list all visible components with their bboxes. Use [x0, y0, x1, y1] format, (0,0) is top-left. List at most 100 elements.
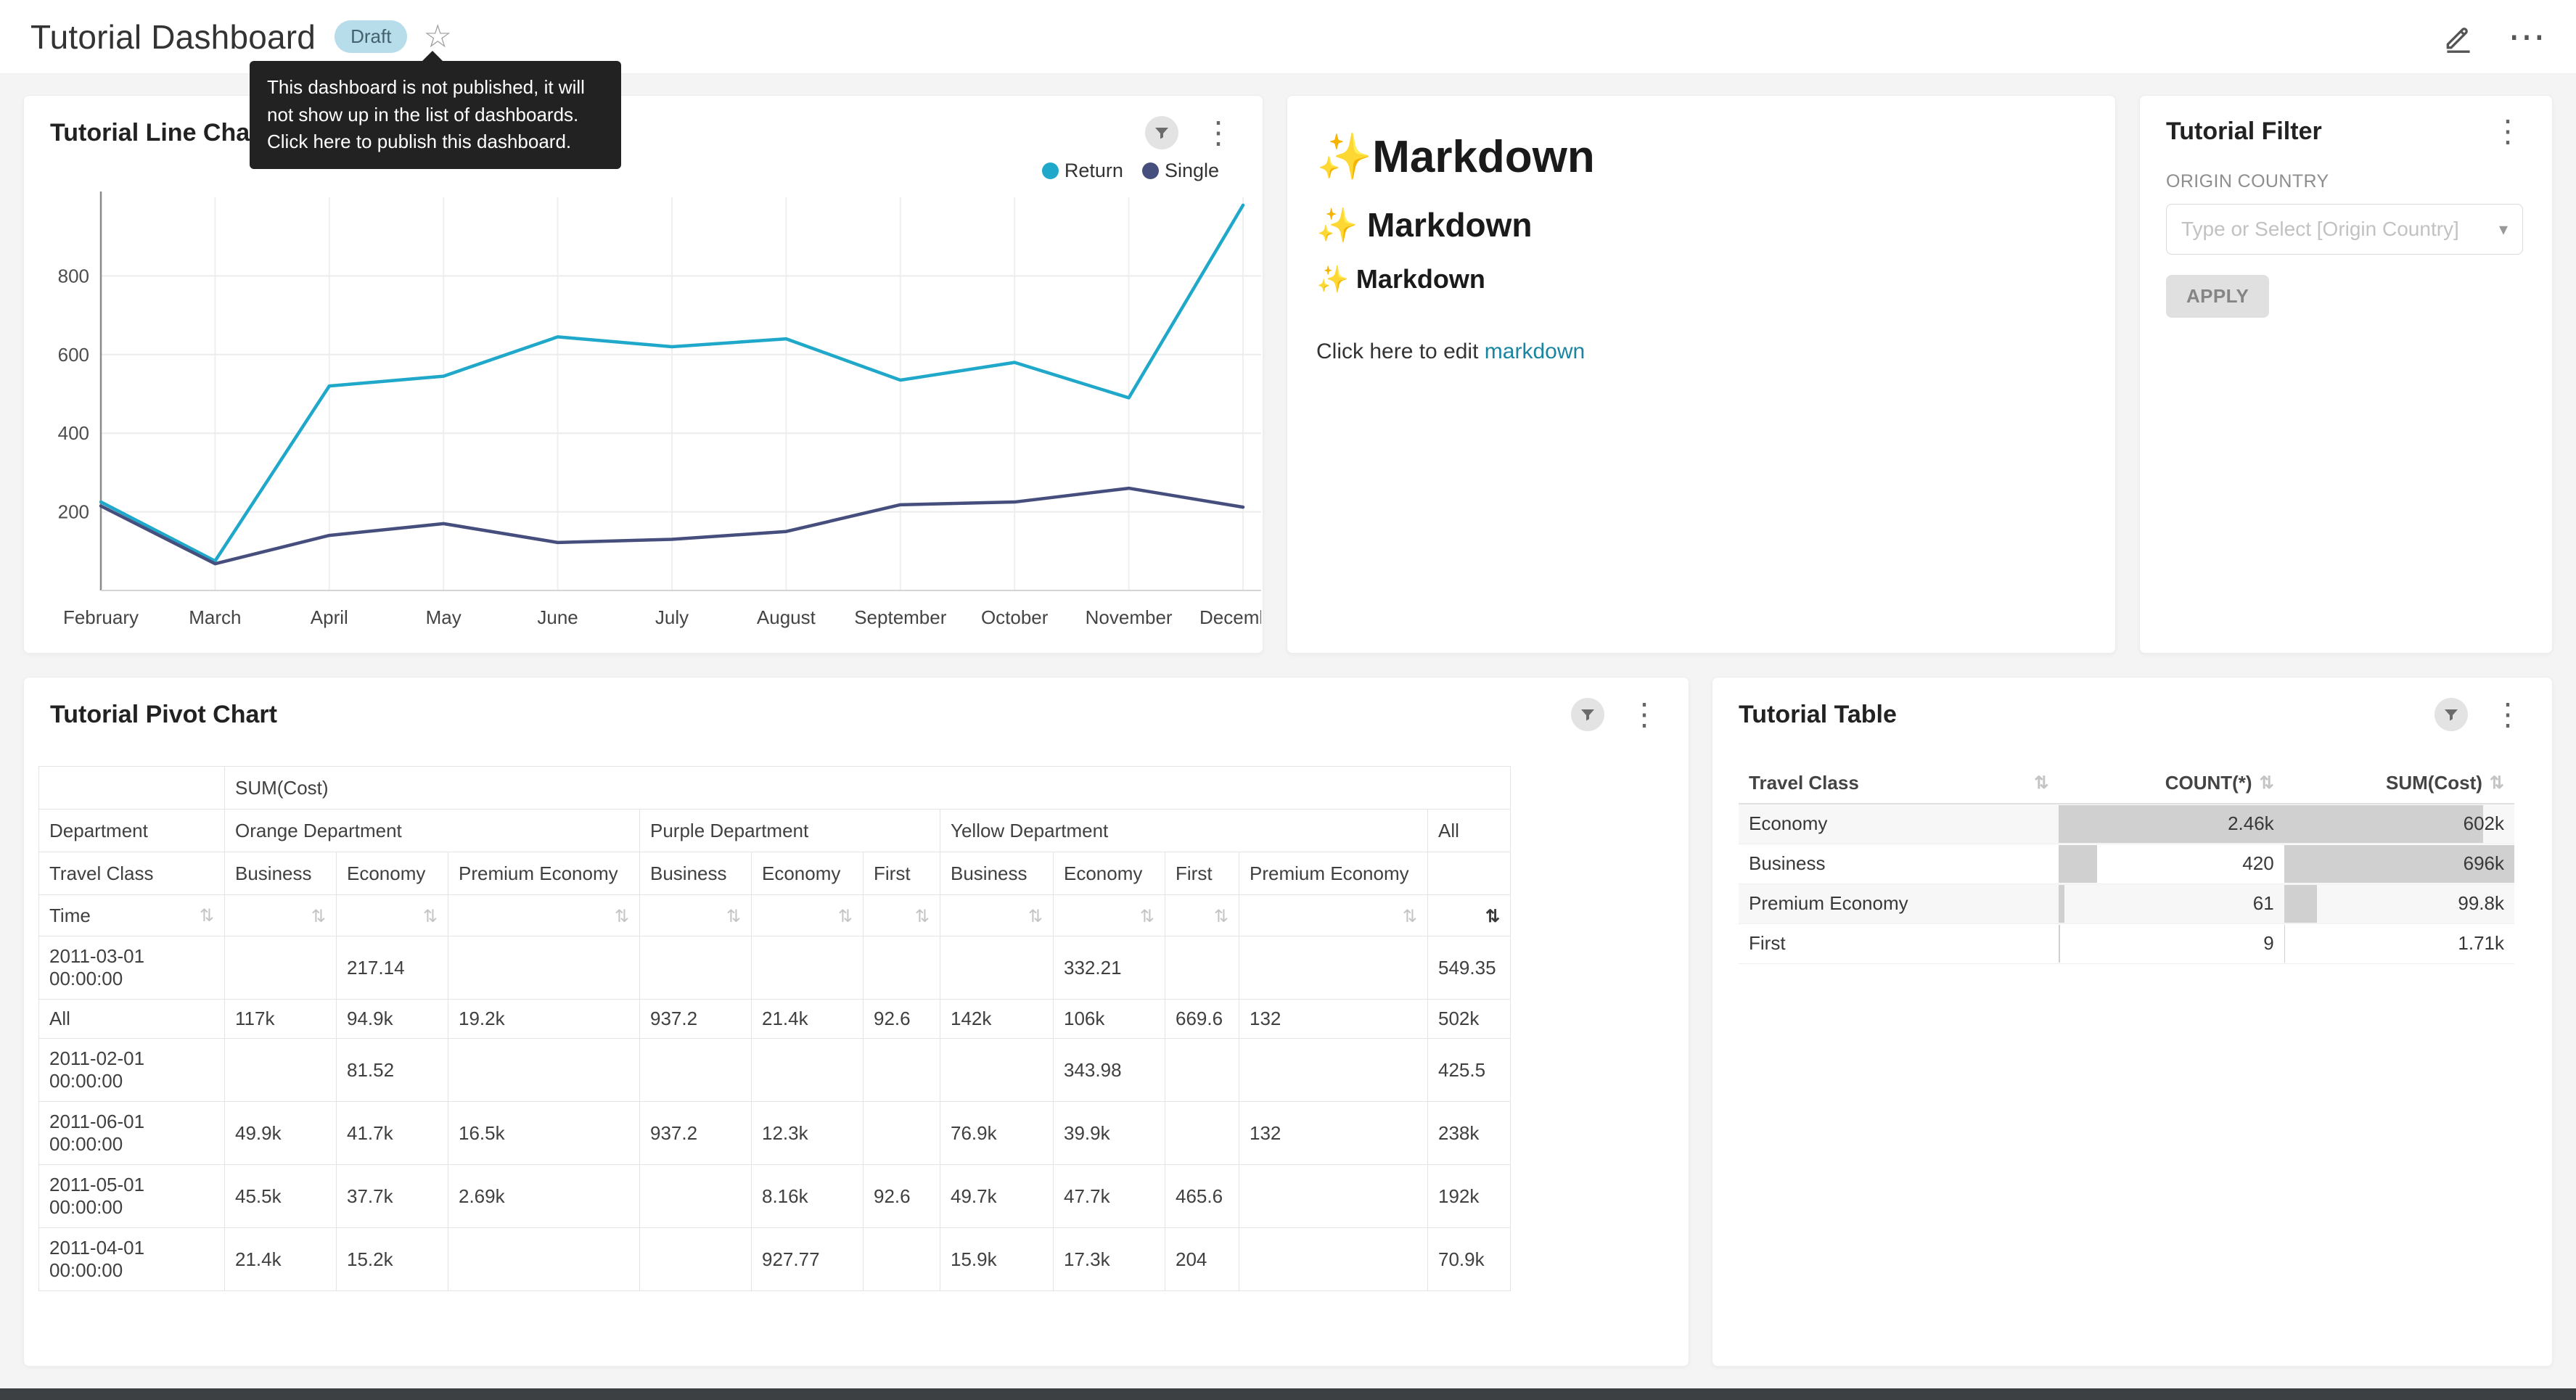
pivot-value-cell: 81.52 — [337, 1039, 448, 1102]
card-header: Tutorial Table ⋮ — [1712, 678, 2552, 731]
pivot-time-header: Time⇅ — [39, 895, 225, 936]
sort-icon-active[interactable]: ⇅ — [1485, 907, 1500, 926]
sort-icon[interactable]: ⇅ — [1028, 907, 1043, 926]
count-cell: 61 — [2059, 884, 2284, 923]
select-placeholder: Type or Select [Origin Country] — [2181, 218, 2459, 241]
origin-country-select[interactable]: Type or Select [Origin Country] ▾ — [2166, 204, 2523, 255]
pivot-class-header: Economy — [337, 852, 448, 895]
sort-icon[interactable]: ⇅ — [915, 907, 930, 926]
pivot-value-cell — [640, 936, 752, 1000]
publish-tooltip[interactable]: This dashboard is not published, it will… — [250, 61, 621, 169]
markdown-h2: ✨ Markdown — [1316, 205, 2086, 245]
chevron-down-icon: ▾ — [2499, 219, 2508, 240]
x-axis-label: March — [189, 606, 241, 628]
x-axis-label: September — [854, 606, 947, 628]
pivot-value-cell: 49.7k — [940, 1165, 1054, 1228]
filter-card: Tutorial Filter ⋮ ORIGIN COUNTRY Type or… — [2139, 95, 2553, 654]
sum-cell: 602k — [2284, 804, 2514, 844]
sort-icon[interactable]: ⇅ — [1140, 907, 1154, 926]
line-chart-card: Tutorial Line Chart ⋮ ReturnSingle 20040… — [23, 95, 1263, 654]
pivot-value-cell: 2.69k — [448, 1165, 640, 1228]
sort-icon[interactable]: ⇅ — [1214, 907, 1228, 926]
table-column-header[interactable]: COUNT(*)⇅ — [2059, 763, 2284, 804]
pivot-group-header: Orange Department — [225, 810, 640, 852]
kebab-menu-icon[interactable]: ⋮ — [2488, 116, 2527, 147]
x-axis-label: August — [757, 606, 816, 628]
legend-item[interactable]: Single — [1142, 160, 1219, 182]
pivot-cell — [1428, 852, 1511, 895]
pivot-value-cell: 132 — [1239, 1000, 1428, 1039]
sort-icon[interactable]: ⇅ — [726, 907, 741, 926]
pivot-value-cell: 937.2 — [640, 1102, 752, 1165]
pivot-group-header: Purple Department — [640, 810, 940, 852]
pivot-value-cell — [940, 936, 1054, 1000]
pivot-row: SUM(Cost) — [39, 767, 1511, 810]
y-axis-tick: 200 — [58, 501, 89, 523]
edit-pencil-icon[interactable] — [2442, 21, 2474, 53]
apply-button[interactable]: APPLY — [2166, 275, 2269, 318]
pivot-value-cell: 12.3k — [752, 1102, 864, 1165]
sum-cell: 696k — [2284, 844, 2514, 884]
pivot-value-cell: 132 — [1239, 1102, 1428, 1165]
pivot-value-cell: 92.6 — [864, 1000, 940, 1039]
pivot-value-cell — [864, 1102, 940, 1165]
pivot-value-cell — [1165, 1039, 1239, 1102]
x-axis-label: July — [655, 606, 689, 628]
cell-value: 602k — [2294, 812, 2504, 835]
sort-icon[interactable]: ⇅ — [423, 907, 438, 926]
sort-icon[interactable]: ⇅ — [200, 905, 214, 926]
filter-field-label: ORIGIN COUNTRY — [2166, 171, 2526, 192]
pivot-value-cell: 204 — [1165, 1228, 1239, 1291]
y-axis-tick: 600 — [58, 344, 89, 366]
filter-indicator-icon[interactable] — [1145, 116, 1178, 149]
line-chart-canvas: 200400600800FebruaryMarchAprilMayJuneJul… — [24, 183, 1261, 654]
sort-icon[interactable]: ⇅ — [2490, 773, 2504, 794]
pivot-value-cell — [640, 1165, 752, 1228]
pivot-all-header: All — [1428, 810, 1511, 852]
travel-class-cell: Premium Economy — [1739, 884, 2059, 923]
pivot-value-cell: 669.6 — [1165, 1000, 1239, 1039]
pivot-travel-class-label: Travel Class — [39, 852, 225, 895]
pivot-value-cell: 41.7k — [337, 1102, 448, 1165]
table-row: First91.71k — [1739, 923, 2514, 963]
pivot-value-cell: 549.35 — [1428, 936, 1511, 1000]
filter-indicator-icon[interactable] — [1571, 698, 1604, 731]
markdown-card: ✨Markdown ✨ Markdown ✨ Markdown Click he… — [1287, 95, 2116, 654]
legend-dot-icon — [1142, 162, 1159, 179]
sort-icon[interactable]: ⇅ — [2034, 773, 2048, 794]
x-axis-label: December — [1199, 606, 1261, 628]
pivot-row-label: 2011-06-01 00:00:00 — [39, 1102, 225, 1165]
filter-indicator-icon[interactable] — [2435, 698, 2468, 731]
sort-icon[interactable]: ⇅ — [2260, 773, 2274, 794]
sort-icon[interactable]: ⇅ — [838, 907, 853, 926]
kebab-menu-icon[interactable]: ⋮ — [1625, 699, 1664, 730]
sort-icon[interactable]: ⇅ — [615, 907, 629, 926]
pivot-row: 2011-02-01 00:00:0081.52343.98425.5 — [39, 1039, 1511, 1102]
card-header: Tutorial Filter ⋮ — [2140, 96, 2552, 147]
legend-label: Return — [1065, 160, 1123, 182]
table-column-header[interactable]: Travel Class ⇅ — [1739, 763, 2059, 804]
kebab-menu-icon[interactable]: ⋮ — [2488, 699, 2527, 730]
results-table: Travel Class⇅COUNT(*)⇅SUM(Cost)⇅ Economy… — [1739, 763, 2514, 964]
pivot-row: 2011-05-01 00:00:0045.5k37.7k2.69k8.16k9… — [39, 1165, 1511, 1228]
cell-value: 1.71k — [2294, 932, 2504, 955]
pivot-value-cell — [448, 1039, 640, 1102]
favorite-star-icon[interactable]: ☆ — [423, 21, 451, 53]
sort-icon[interactable]: ⇅ — [1403, 907, 1417, 926]
pivot-group-header: Yellow Department — [940, 810, 1428, 852]
column-header-label: Travel Class — [1749, 772, 1859, 794]
table-column-header[interactable]: SUM(Cost)⇅ — [2284, 763, 2514, 804]
kebab-menu-icon[interactable]: ⋮ — [1199, 118, 1238, 148]
draft-badge[interactable]: Draft — [335, 20, 407, 53]
pivot-value-cell: 8.16k — [752, 1165, 864, 1228]
pivot-value-cell: 343.98 — [1054, 1039, 1165, 1102]
markdown-edit-link[interactable]: markdown — [1485, 339, 1585, 363]
legend-item[interactable]: Return — [1042, 160, 1123, 182]
pivot-value-cell: 70.9k — [1428, 1228, 1511, 1291]
pivot-value-cell — [1165, 1102, 1239, 1165]
sort-icon[interactable]: ⇅ — [311, 907, 326, 926]
more-menu-icon[interactable]: ⋯ — [2508, 18, 2546, 56]
pivot-value-cell: 106k — [1054, 1000, 1165, 1039]
count-cell: 420 — [2059, 844, 2284, 884]
x-axis-label: May — [426, 606, 462, 628]
